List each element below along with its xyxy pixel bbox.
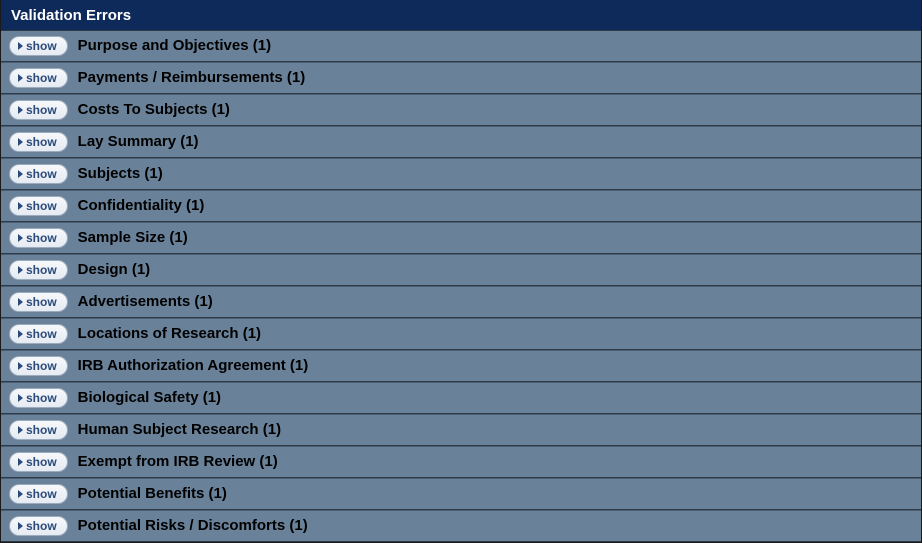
error-row-label: Confidentiality (1) [78, 197, 205, 215]
show-button[interactable]: show [9, 68, 68, 88]
show-button[interactable]: show [9, 292, 68, 312]
show-button-label: show [26, 424, 57, 436]
error-row: show Lay Summary (1) [1, 126, 921, 158]
show-button-label: show [26, 296, 57, 308]
show-button[interactable]: show [9, 420, 68, 440]
error-row: show Sample Size (1) [1, 222, 921, 254]
error-row: show Subjects (1) [1, 158, 921, 190]
triangle-right-icon [18, 74, 23, 82]
show-button[interactable]: show [9, 100, 68, 120]
triangle-right-icon [18, 394, 23, 402]
triangle-right-icon [18, 170, 23, 178]
error-row-label: Locations of Research (1) [78, 325, 261, 343]
show-button-label: show [26, 488, 57, 500]
validation-errors-panel: Validation Errors show Purpose and Object… [0, 0, 922, 543]
error-row-label: Biological Safety (1) [78, 389, 221, 407]
panel-header: Validation Errors [1, 0, 921, 30]
show-button-label: show [26, 104, 57, 116]
error-row-label: Exempt from IRB Review (1) [78, 453, 278, 471]
show-button[interactable]: show [9, 484, 68, 504]
show-button-label: show [26, 200, 57, 212]
show-button[interactable]: show [9, 36, 68, 56]
triangle-right-icon [18, 234, 23, 242]
show-button-label: show [26, 456, 57, 468]
error-row: show IRB Authorization Agreement (1) [1, 350, 921, 382]
triangle-right-icon [18, 330, 23, 338]
show-button[interactable]: show [9, 516, 68, 536]
error-row: show Purpose and Objectives (1) [1, 30, 921, 62]
show-button-label: show [26, 392, 57, 404]
error-row: show Costs To Subjects (1) [1, 94, 921, 126]
triangle-right-icon [18, 138, 23, 146]
error-row-label: Potential Benefits (1) [78, 485, 227, 503]
show-button-label: show [26, 72, 57, 84]
triangle-right-icon [18, 42, 23, 50]
error-row-label: Costs To Subjects (1) [78, 101, 230, 119]
triangle-right-icon [18, 522, 23, 530]
show-button-label: show [26, 40, 57, 52]
show-button-label: show [26, 168, 57, 180]
show-button-label: show [26, 328, 57, 340]
error-row: show Advertisements (1) [1, 286, 921, 318]
triangle-right-icon [18, 426, 23, 434]
show-button[interactable]: show [9, 228, 68, 248]
error-row-label: Lay Summary (1) [78, 133, 199, 151]
error-row-label: Purpose and Objectives (1) [78, 37, 271, 55]
show-button[interactable]: show [9, 132, 68, 152]
show-button-label: show [26, 520, 57, 532]
error-row-label: Payments / Reimbursements (1) [78, 69, 306, 87]
show-button-label: show [26, 232, 57, 244]
show-button[interactable]: show [9, 196, 68, 216]
triangle-right-icon [18, 106, 23, 114]
triangle-right-icon [18, 266, 23, 274]
error-rows-container: show Purpose and Objectives (1) show Paymen… [1, 30, 921, 542]
error-row: show Design (1) [1, 254, 921, 286]
error-row-label: Human Subject Research (1) [78, 421, 281, 439]
triangle-right-icon [18, 490, 23, 498]
triangle-right-icon [18, 362, 23, 370]
show-button-label: show [26, 264, 57, 276]
show-button[interactable]: show [9, 452, 68, 472]
error-row-label: Potential Risks / Discomforts (1) [78, 517, 308, 535]
show-button-label: show [26, 136, 57, 148]
triangle-right-icon [18, 458, 23, 466]
show-button[interactable]: show [9, 164, 68, 184]
error-row: show Biological Safety (1) [1, 382, 921, 414]
show-button[interactable]: show [9, 324, 68, 344]
error-row-label: Advertisements (1) [78, 293, 213, 311]
error-row-label: Design (1) [78, 261, 151, 279]
show-button[interactable]: show [9, 388, 68, 408]
error-row-label: Sample Size (1) [78, 229, 188, 247]
show-button[interactable]: show [9, 260, 68, 280]
error-row: show Human Subject Research (1) [1, 414, 921, 446]
error-row: show Potential Benefits (1) [1, 478, 921, 510]
show-button[interactable]: show [9, 356, 68, 376]
error-row: show Locations of Research (1) [1, 318, 921, 350]
panel-title: Validation Errors [11, 7, 131, 24]
error-row: show Confidentiality (1) [1, 190, 921, 222]
error-row: show Potential Risks / Discomforts (1) [1, 510, 921, 542]
error-row: show Payments / Reimbursements (1) [1, 62, 921, 94]
error-row-label: IRB Authorization Agreement (1) [78, 357, 309, 375]
error-row-label: Subjects (1) [78, 165, 163, 183]
triangle-right-icon [18, 298, 23, 306]
triangle-right-icon [18, 202, 23, 210]
show-button-label: show [26, 360, 57, 372]
error-row: show Exempt from IRB Review (1) [1, 446, 921, 478]
